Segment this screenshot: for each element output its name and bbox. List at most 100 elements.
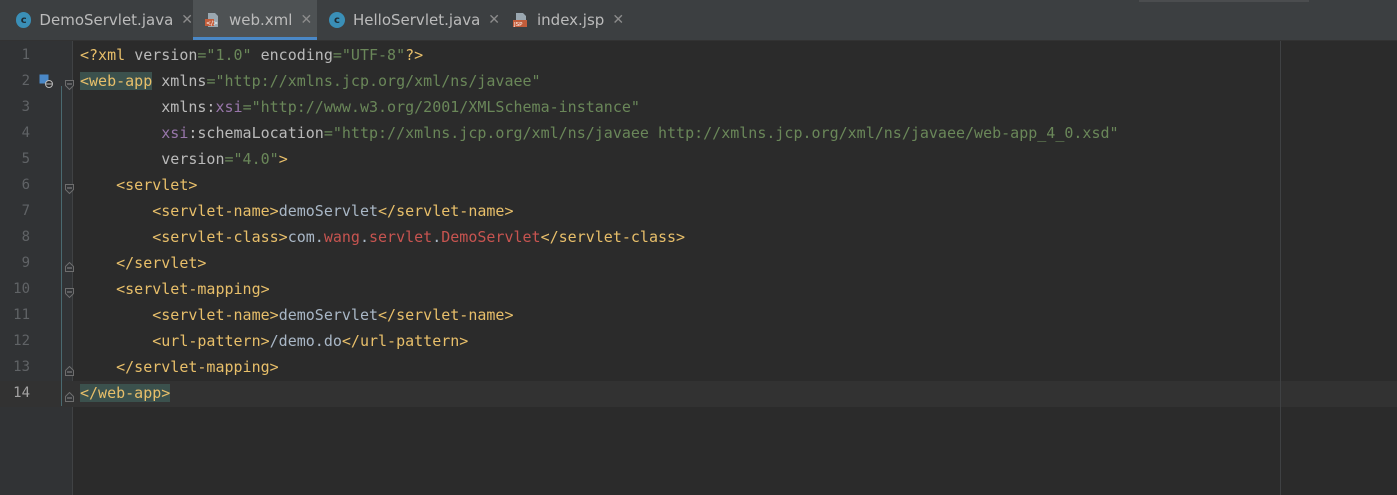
code-text[interactable]: <url-pattern>/demo.do</url-pattern> xyxy=(80,328,468,354)
code-token: </servlet-name> xyxy=(378,306,514,324)
code-token: wang xyxy=(323,228,360,246)
code-token: </servlet-name> xyxy=(378,202,514,220)
code-token: > xyxy=(278,150,288,168)
code-token: ="http://www.w3.org/2001/XMLSchema-insta… xyxy=(242,98,640,116)
line-number: 9 xyxy=(21,255,30,271)
tab-label: index.jsp xyxy=(537,11,605,29)
code-token: ?> xyxy=(405,46,424,64)
code-text[interactable]: </servlet> xyxy=(80,250,206,276)
code-token: </servlet-class> xyxy=(540,228,686,246)
code-line[interactable]: 5 version="4.0"> xyxy=(0,146,1397,172)
code-line[interactable]: 9 </servlet> xyxy=(0,250,1397,276)
web-deployment-icon[interactable] xyxy=(39,73,53,88)
line-number: 12 xyxy=(13,333,30,349)
fold-collapse-icon[interactable] xyxy=(65,283,74,299)
code-token: <servlet-class> xyxy=(80,228,288,246)
tab-web-xml[interactable]: </> web.xml ✕ xyxy=(193,0,317,40)
fold-end-icon[interactable] xyxy=(65,361,74,376)
code-text[interactable]: <servlet> xyxy=(80,172,197,198)
line-number: 2 xyxy=(21,73,30,89)
code-text[interactable]: <web-app xmlns="http://xmlns.jcp.org/xml… xyxy=(80,68,541,94)
code-token: <servlet-name> xyxy=(80,306,279,324)
code-token: ="http://xmlns.jcp.org/xml/ns/javaee htt… xyxy=(323,124,1119,142)
code-line[interactable]: 1 <?xml version="1.0" encoding="UTF-8"?> xyxy=(0,42,1397,68)
code-token: demoServlet xyxy=(278,202,379,220)
java-class-icon: c xyxy=(329,12,345,28)
tab-index-jsp[interactable]: JSP index.jsp ✕ xyxy=(505,0,635,40)
code-token: <servlet-mapping> xyxy=(80,280,270,298)
code-line[interactable]: 7 <servlet-name>demoServlet</servlet-nam… xyxy=(0,198,1397,224)
fold-collapse-icon[interactable] xyxy=(65,75,74,91)
code-text[interactable]: xmlns:xsi="http://www.w3.org/2001/XMLSch… xyxy=(80,94,640,120)
editor-tab-bar: c DemoServlet.java ✕ </> web.xml ✕ c Hel… xyxy=(0,0,1397,41)
code-line[interactable]: 6 <servlet> xyxy=(0,172,1397,198)
line-number: 13 xyxy=(13,359,30,375)
line-number: 11 xyxy=(13,307,30,323)
line-number: 10 xyxy=(13,281,30,297)
tab-bar-divider xyxy=(1139,0,1309,2)
tab-helloservlet-java[interactable]: c HelloServlet.java ✕ xyxy=(317,0,505,40)
code-token: </servlet-mapping> xyxy=(80,358,279,376)
code-token: xmlns: xyxy=(80,98,216,116)
code-text[interactable]: <servlet-name>demoServlet</servlet-name> xyxy=(80,198,514,224)
code-editor[interactable]: 1 <?xml version="1.0" encoding="UTF-8"?> 2… xyxy=(0,41,1397,495)
code-token: ="4.0" xyxy=(224,150,279,168)
jsp-file-icon: JSP xyxy=(513,12,529,28)
fold-end-icon[interactable] xyxy=(65,387,74,402)
code-token: xmlns xyxy=(152,72,207,90)
code-line[interactable]: 4 xsi:schemaLocation="http://xmlns.jcp.o… xyxy=(0,120,1397,146)
code-text[interactable]: <?xml version="1.0" encoding="UTF-8"?> xyxy=(80,42,423,68)
code-token: demoServlet xyxy=(278,306,379,324)
code-text[interactable]: <servlet-class>com.wang.servlet.DemoServ… xyxy=(80,224,685,250)
code-text[interactable]: </servlet-mapping> xyxy=(80,354,279,380)
java-class-icon: c xyxy=(16,12,32,28)
line-number: 7 xyxy=(21,203,30,219)
line-number: 14 xyxy=(13,385,30,401)
code-line[interactable]: 11 <servlet-name>demoServlet</servlet-na… xyxy=(0,302,1397,328)
code-line[interactable]: 8 <servlet-class>com.wang.servlet.DemoSe… xyxy=(0,224,1397,250)
code-token: xsi xyxy=(215,98,243,116)
close-tab-icon[interactable]: ✕ xyxy=(488,12,500,28)
code-text[interactable]: </web-app> xyxy=(80,380,171,406)
code-line[interactable]: 14 </web-app> xyxy=(0,380,1397,406)
code-token: <?xml xyxy=(80,46,135,64)
code-token: /demo.do xyxy=(269,332,342,350)
tab-label: web.xml xyxy=(229,11,293,29)
code-token: :schemaLocation xyxy=(188,124,324,142)
code-line[interactable]: 2 <web-app xmlns="http://xmlns.jcp.org/xm… xyxy=(0,68,1397,94)
code-token: ="UTF-8" xyxy=(332,46,406,64)
code-line[interactable]: 3 xmlns:xsi="http://www.w3.org/2001/XMLS… xyxy=(0,94,1397,120)
line-number: 5 xyxy=(21,151,30,167)
code-token: servlet xyxy=(369,228,433,246)
close-tab-icon[interactable]: ✕ xyxy=(612,12,624,28)
code-token: encoding xyxy=(260,46,333,64)
line-number: 6 xyxy=(21,177,30,193)
code-token: </web-app> xyxy=(80,384,171,402)
code-token: xsi xyxy=(80,124,189,142)
close-tab-icon[interactable]: ✕ xyxy=(300,12,312,28)
code-token: . xyxy=(359,228,369,246)
code-token: <servlet-name> xyxy=(80,202,279,220)
close-tab-icon[interactable]: ✕ xyxy=(181,12,193,28)
code-line[interactable]: 13 </servlet-mapping> xyxy=(0,354,1397,380)
fold-collapse-icon[interactable] xyxy=(65,179,74,195)
active-tab-indicator xyxy=(193,37,317,40)
code-text[interactable]: <servlet-mapping> xyxy=(80,276,270,302)
code-text[interactable]: xsi:schemaLocation="http://xmlns.jcp.org… xyxy=(80,120,1119,146)
code-token: </url-pattern> xyxy=(341,332,469,350)
code-token: com. xyxy=(287,228,324,246)
code-token: <servlet> xyxy=(80,176,198,194)
tab-demoservlet-java[interactable]: c DemoServlet.java ✕ xyxy=(0,0,193,40)
code-line[interactable]: 10 <servlet-mapping> xyxy=(0,276,1397,302)
code-token: <web-app xyxy=(80,72,153,90)
line-number: 4 xyxy=(21,125,30,141)
line-number: 1 xyxy=(21,47,30,63)
code-text[interactable]: version="4.0"> xyxy=(80,146,288,172)
code-text[interactable]: <servlet-name>demoServlet</servlet-name> xyxy=(80,302,514,328)
code-token: version xyxy=(80,150,225,168)
fold-end-icon[interactable] xyxy=(65,257,74,272)
code-token: ="1.0" xyxy=(197,46,261,64)
line-number: 8 xyxy=(21,229,30,245)
svg-text:</>: </> xyxy=(206,20,218,27)
code-line[interactable]: 12 <url-pattern>/demo.do</url-pattern> xyxy=(0,328,1397,354)
